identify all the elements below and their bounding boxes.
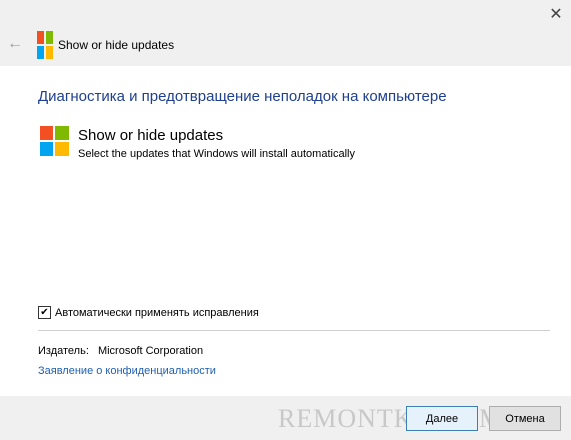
window-title: Show or hide updates: [58, 38, 175, 52]
troubleshooter-description: Select the updates that Windows will ins…: [78, 148, 355, 160]
privacy-statement-link[interactable]: Заявление о конфиденциальности: [38, 365, 216, 377]
next-button[interactable]: Далее: [406, 406, 478, 431]
main-content: Диагностика и предотвращение неполадок н…: [0, 66, 571, 396]
publisher-label: Издатель:: [38, 345, 89, 357]
page-heading: Диагностика и предотвращение неполадок н…: [38, 88, 447, 105]
auto-apply-row[interactable]: ✔ Автоматически применять исправления: [38, 306, 259, 319]
title-bar: ✕ ← Show or hide updates: [0, 0, 571, 66]
close-button[interactable]: ✕: [541, 0, 571, 28]
auto-apply-label: Автоматически применять исправления: [55, 306, 259, 319]
auto-apply-checkbox[interactable]: ✔: [38, 306, 51, 319]
windows-logo-icon: [37, 31, 53, 59]
checkmark-icon: ✔: [40, 306, 49, 318]
windows-logo-icon: [40, 126, 69, 156]
button-bar: REMONTKA.COM Далее Отмена: [0, 396, 571, 440]
arrow-left-icon: ←: [7, 35, 23, 52]
publisher-row: Издатель: Microsoft Corporation: [38, 345, 203, 357]
publisher-value: Microsoft Corporation: [97, 345, 204, 357]
cancel-button[interactable]: Отмена: [489, 406, 561, 431]
troubleshooter-window: ✕ ← Show or hide updates Диагностика и п…: [0, 0, 571, 440]
divider: [38, 330, 550, 331]
close-icon: ✕: [549, 6, 563, 23]
troubleshooter-title: Show or hide updates: [78, 127, 224, 144]
back-button[interactable]: ←: [5, 34, 25, 54]
